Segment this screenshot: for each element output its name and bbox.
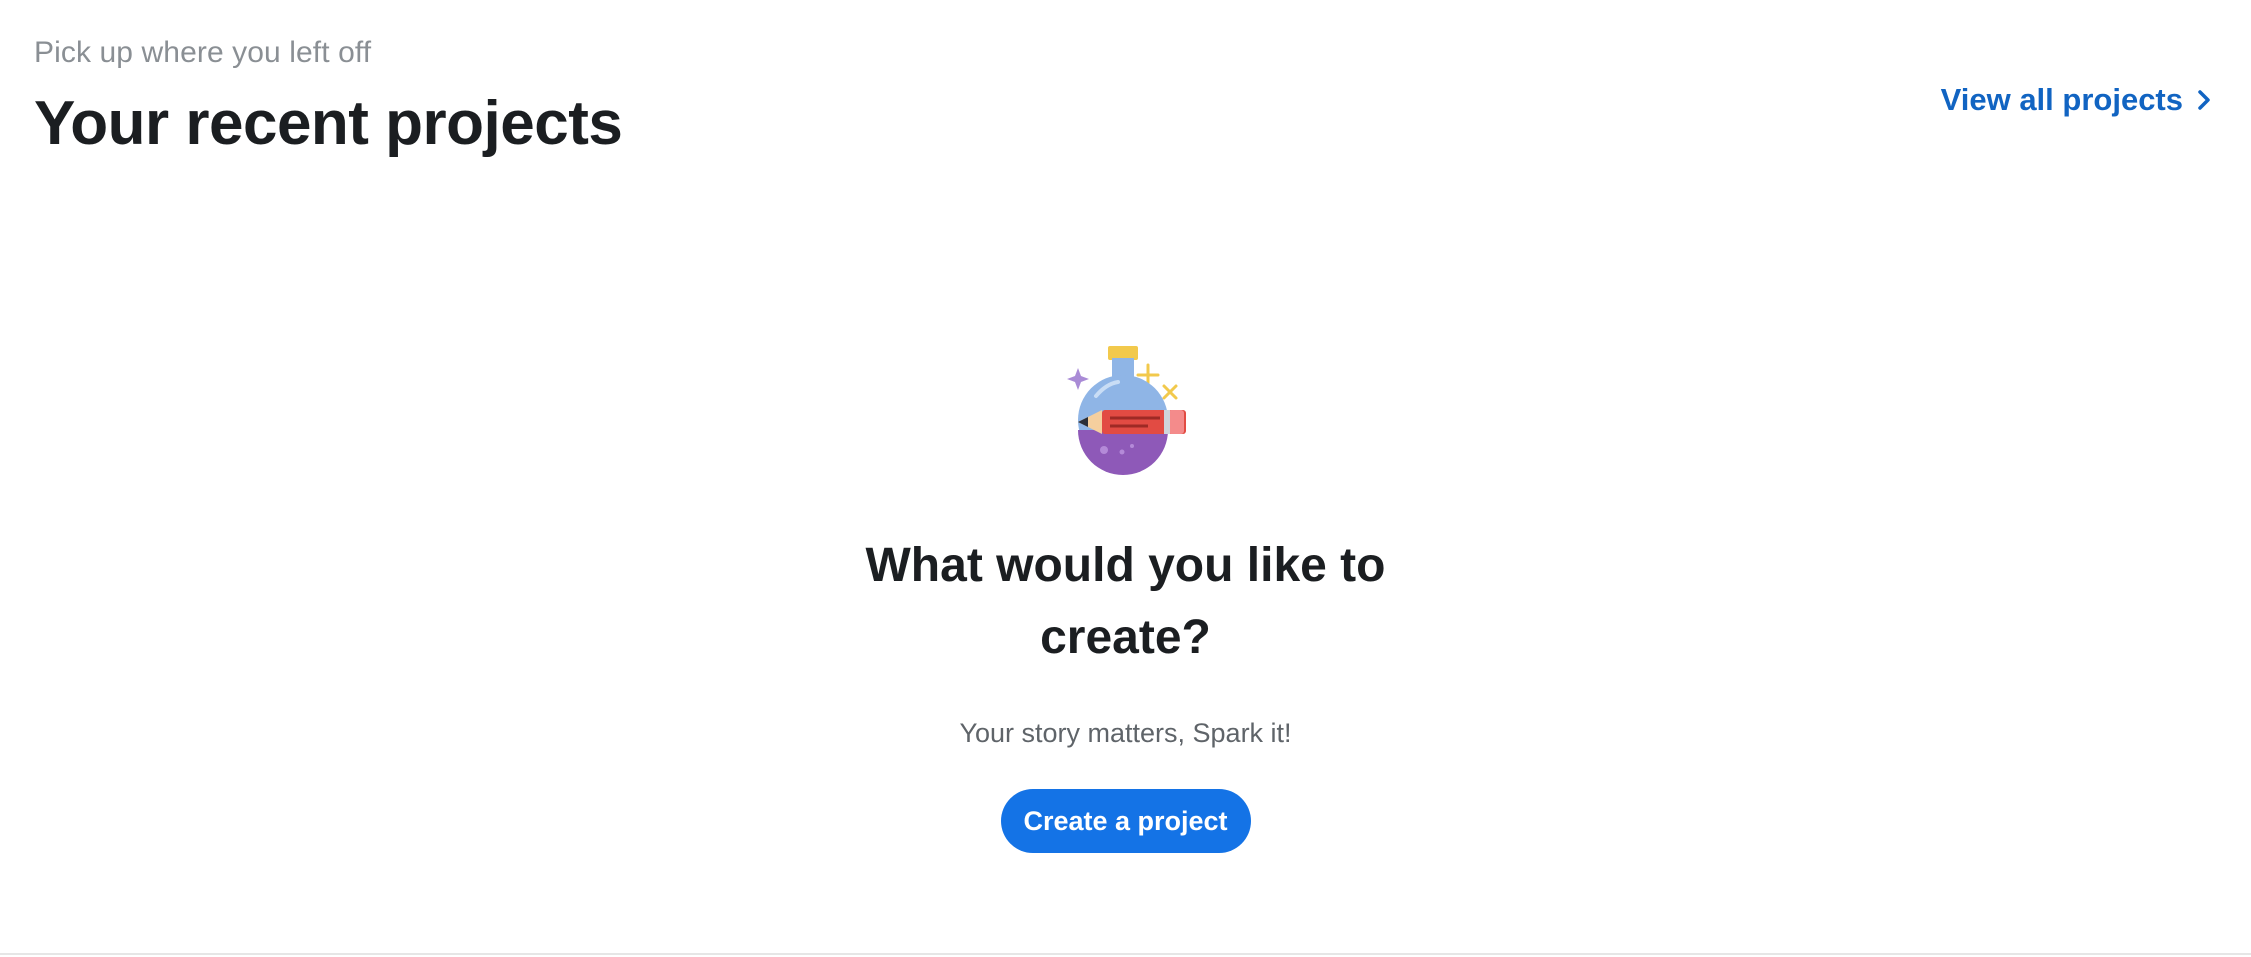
view-all-projects-link[interactable]: View all projects bbox=[1941, 82, 2211, 118]
view-all-projects-label: View all projects bbox=[1940, 82, 2183, 117]
empty-state-title: What would you like to create? bbox=[865, 539, 1386, 664]
section-eyebrow: Pick up where you left off bbox=[34, 36, 372, 69]
create-project-button[interactable]: Create a project bbox=[1000, 789, 1251, 853]
recent-projects-page: Pick up where you left off Your recent p… bbox=[0, 0, 2251, 957]
chevron-right-icon bbox=[2198, 90, 2210, 110]
bottom-divider bbox=[0, 953, 2251, 955]
page-title: Your recent projects bbox=[34, 89, 623, 158]
empty-state-subtitle: Your story matters, Spark it! bbox=[959, 718, 1292, 748]
potion-flask-with-pencil-icon bbox=[1066, 346, 1186, 475]
empty-state: What would you like to create? Your stor… bbox=[0, 340, 2251, 853]
